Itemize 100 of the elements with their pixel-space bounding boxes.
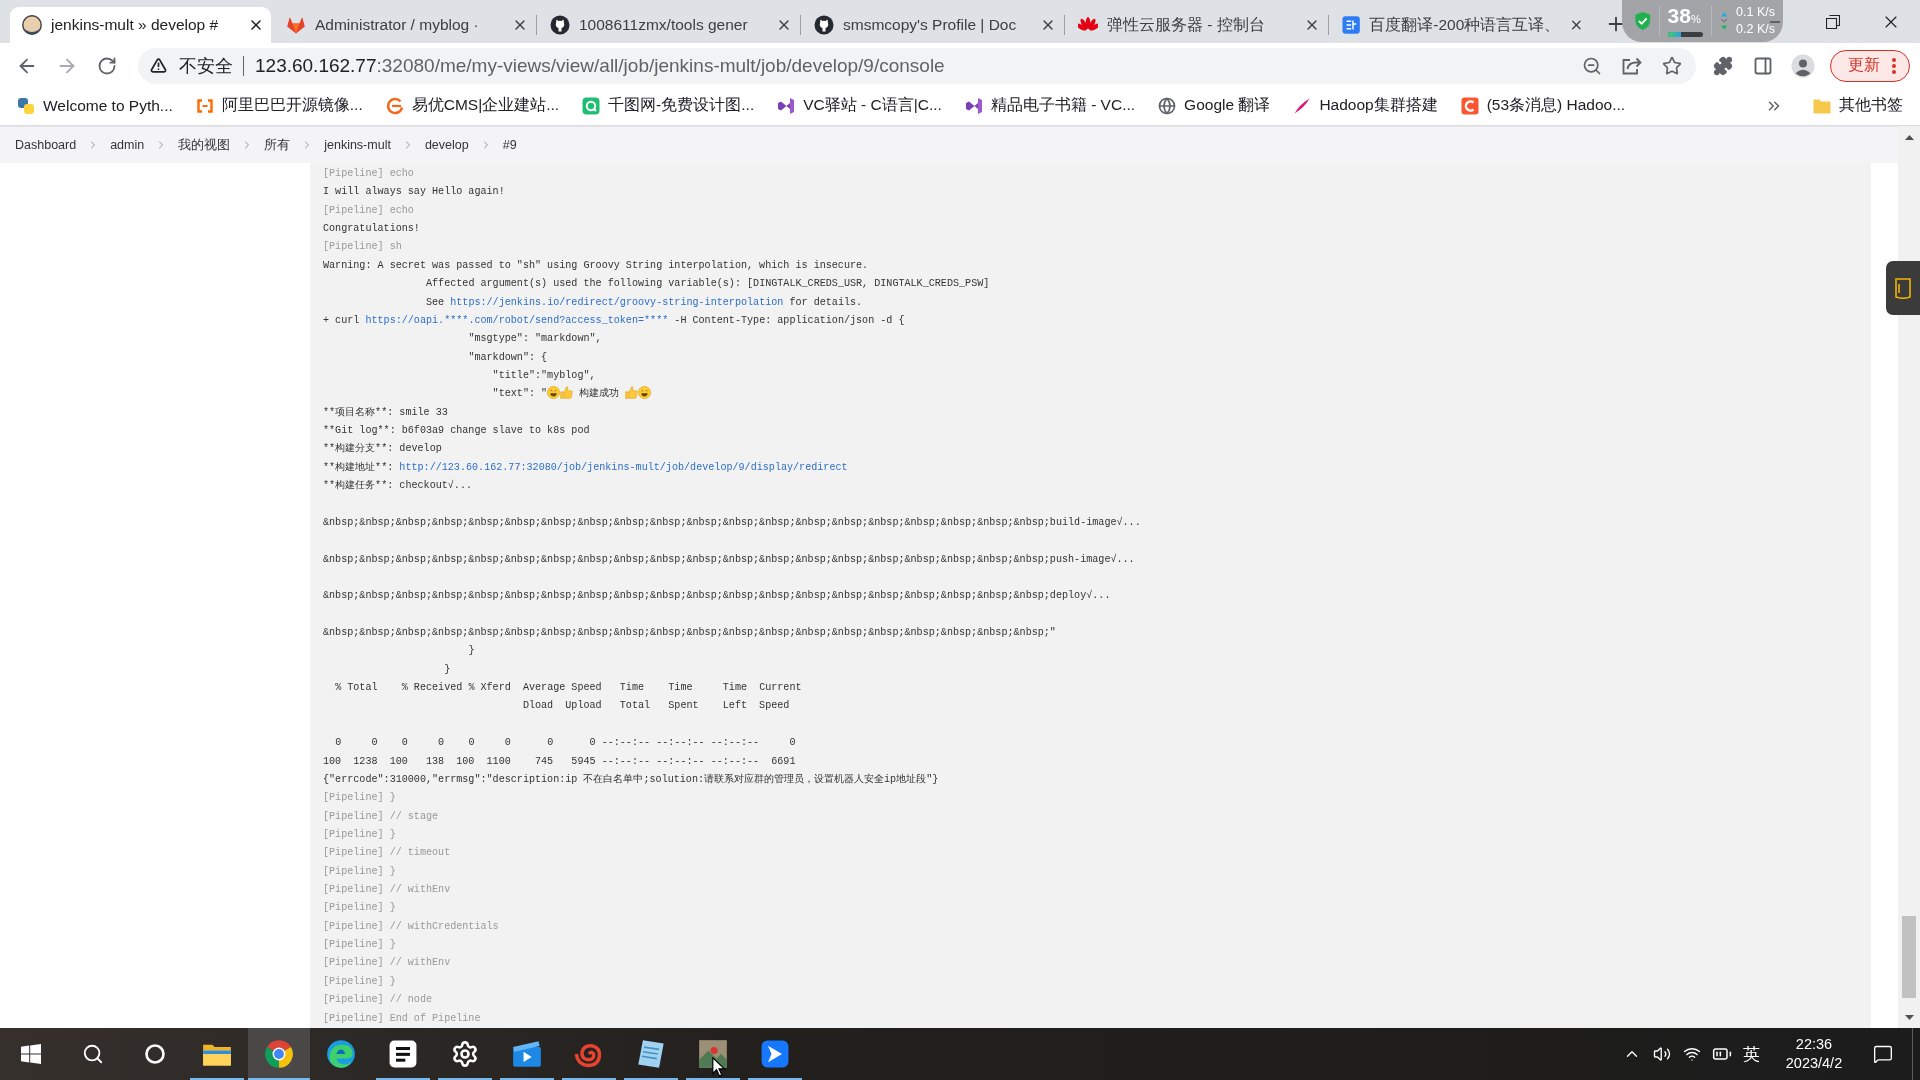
fox-head-icon xyxy=(286,15,306,35)
mug-icon xyxy=(1895,277,1911,299)
arc-logo-icon xyxy=(385,96,404,115)
bookmark-item[interactable]: 精品电子书籍 - VC... xyxy=(957,90,1143,121)
console-text: **Git log**: b6f03a9 change slave to k8s pod xyxy=(323,425,590,437)
bookmark-item[interactable]: 阿里巴巴开源镜像... xyxy=(188,90,370,121)
browser-tab[interactable]: 弹性云服务器 - 控制台 xyxy=(1066,7,1327,43)
console-text: {"errcode":310000,"errmsg":"description:ip 不在白名单中;solution:请联系对应群的管理员，设置机器人安全ip地址段"} xyxy=(323,773,939,785)
bookmark-item[interactable]: 易优CMS|企业建站... xyxy=(378,90,567,121)
close-icon[interactable] xyxy=(776,17,792,33)
scroll-down-icon[interactable] xyxy=(1904,1014,1914,1020)
pipeline-step-text: [Pipeline] sh xyxy=(323,241,402,253)
input-method-indicator[interactable]: 英 xyxy=(1737,1042,1766,1066)
pipeline-step-text: [Pipeline] } xyxy=(323,902,396,914)
document-tile-icon[interactable] xyxy=(389,1040,417,1068)
console-text: } xyxy=(468,645,475,657)
breadcrumb-link[interactable]: 所有 xyxy=(264,136,291,154)
breadcrumb-link[interactable]: 我的视图 xyxy=(178,136,231,154)
side-panel-icon[interactable] xyxy=(1753,55,1773,76)
address-field[interactable]: 不安全 123.60.162.77:32080/me/my-views/view/all/job/jenkins-mult/job/develop/9/console xyxy=(138,47,1696,84)
round-logo-icon xyxy=(22,15,42,35)
upload-speed: 0.1 K/s xyxy=(1736,5,1775,20)
pipeline-step-text: [Pipeline] // withEnv xyxy=(323,884,451,895)
reload-icon[interactable] xyxy=(97,55,117,76)
grinning-face-icon xyxy=(638,386,652,400)
profile-icon[interactable] xyxy=(1791,53,1815,78)
console-text: } xyxy=(444,663,451,675)
console-text: "title":"myblog", xyxy=(492,369,596,381)
grinning-face-icon xyxy=(547,386,561,400)
scroll-up-icon[interactable] xyxy=(1904,134,1914,140)
breadcrumb-link[interactable]: Dashboard xyxy=(15,138,77,152)
browser-tab[interactable]: Administrator / myblog · xyxy=(274,7,535,43)
settings-icon[interactable] xyxy=(451,1040,479,1068)
breadcrumb-link[interactable]: jenkins-mult xyxy=(324,138,391,152)
bookmark-item[interactable]: Google 翻译 xyxy=(1151,90,1278,121)
film-icon[interactable] xyxy=(512,1040,542,1068)
start-icon[interactable] xyxy=(21,1044,41,1064)
console-text: I will always say Hello again! xyxy=(323,186,505,198)
round-logo-icon xyxy=(814,15,834,35)
bookmark-folder[interactable]: 其他书签 xyxy=(1806,90,1910,121)
console-text: &nbsp;&nbsp;&nbsp;&nbsp;&nbsp;&nbsp;&nbsp;&nbsp;&nbsp;&nbsp;&nbsp;&nbsp;&nbsp;&nbsp;&nbsp;&nbsp;&nbsp;&nbsp;&nbsp;&nbsp;deploy√... xyxy=(323,590,1111,602)
restore-icon[interactable] xyxy=(1826,14,1840,29)
pipeline-step-text: [Pipeline] // withEnv xyxy=(323,957,451,969)
browser-tab[interactable]: 百度翻译-200种语言互译、 xyxy=(1330,7,1591,43)
security-indicator[interactable]: 不安全 xyxy=(150,53,233,78)
pipeline-step-text: [Pipeline] // timeout xyxy=(323,847,451,859)
bookmark-item[interactable]: 千图网-免费设计图... xyxy=(575,90,762,121)
picture-icon[interactable] xyxy=(698,1039,728,1069)
browser-icon[interactable] xyxy=(264,1039,294,1069)
close-icon[interactable] xyxy=(248,17,264,33)
side-panel-button[interactable] xyxy=(1886,261,1920,315)
share-icon[interactable] xyxy=(1622,56,1642,75)
bookmark-item[interactable]: VC驿站 - C语言|C... xyxy=(770,90,949,121)
close-icon[interactable] xyxy=(512,17,528,33)
clock-time[interactable]: 22:36 xyxy=(1795,1036,1833,1053)
notification-icon[interactable] xyxy=(1873,1044,1893,1064)
swirl-logo-icon[interactable] xyxy=(326,1039,356,1069)
update-button[interactable]: 更新 xyxy=(1830,49,1910,82)
feather-icon xyxy=(1293,96,1312,115)
round-logo-icon xyxy=(550,15,570,35)
console-link[interactable]: https://oapi.****.com/robot/send?access_token=**** xyxy=(365,314,669,326)
thumbs-up-icon xyxy=(560,386,574,400)
console-text: + curl https://oapi.****.com/robot/send?access_token=**** -H Content-Type: application/json -d { xyxy=(323,314,905,326)
bookmark-item[interactable]: (53条消息) Hadoo... xyxy=(1453,90,1633,121)
bracket-logo-icon xyxy=(195,96,214,115)
pipeline-step-text: [Pipeline] // withCredentials xyxy=(323,920,499,932)
console-text: &nbsp;&nbsp;&nbsp;&nbsp;&nbsp;&nbsp;&nbsp;&nbsp;&nbsp;&nbsp;&nbsp;&nbsp;&nbsp;&nbsp;&nbsp;&nbsp;&nbsp;&nbsp;&nbsp;&nbsp;push-image√... xyxy=(323,553,1135,565)
ring-icon[interactable] xyxy=(145,1044,165,1064)
browser-tab[interactable]: jenkins-mult » develop # xyxy=(10,7,271,43)
star-icon[interactable] xyxy=(1662,55,1682,76)
zoom-out-icon[interactable] xyxy=(1582,55,1602,76)
console-text: Affected argument(s) used the following variable(s): [DINGTALK_CREDS_USR, DINGTALK_CREDS_PSW] xyxy=(426,278,990,290)
console-link[interactable]: https://jenkins.io/redirect/groovy-string-interpolation xyxy=(450,296,784,308)
breadcrumb-link[interactable]: admin xyxy=(110,138,145,152)
console-text: 100 1238 100 138 100 1100 745 5945 --:--:-- --:--:-- --:--:-- 6691 xyxy=(323,755,796,767)
network-icon[interactable] xyxy=(1683,1045,1701,1063)
browser-tab[interactable]: smsmcopy's Profile | Doc xyxy=(802,7,1063,43)
bookmark-item[interactable]: Welcome to Pyth... xyxy=(10,90,180,121)
notepad-icon[interactable] xyxy=(636,1039,666,1069)
clock-date[interactable]: 2023/4/2 xyxy=(1785,1055,1843,1072)
tile-app-icon[interactable] xyxy=(761,1040,789,1068)
extensions-icon[interactable] xyxy=(1713,55,1733,76)
breadcrumb-link[interactable]: develop xyxy=(424,138,469,152)
download-speed: 0.2 K/s xyxy=(1736,22,1775,37)
two-tone-logo-icon xyxy=(17,96,35,115)
console-text: See https://jenkins.io/redirect/groovy-string-interpolation for details. xyxy=(426,296,863,308)
pipeline-step-text: [Pipeline] } xyxy=(323,792,396,804)
pipeline-step-text: [Pipeline] echo xyxy=(323,204,414,216)
console-link[interactable]: http://123.60.162.77:32080/job/jenkins-mult/job/develop/9/display/redirect xyxy=(399,461,848,473)
bookmark-item[interactable]: Hadoop集群搭建 xyxy=(1286,90,1445,121)
close-icon[interactable] xyxy=(1304,17,1320,33)
breadcrumb-link[interactable]: #9 xyxy=(502,138,517,152)
pipeline-step-text: [Pipeline] // node xyxy=(323,994,433,1006)
console-text: Dload Upload Total Spent Left Speed xyxy=(522,700,790,712)
speaker-icon[interactable] xyxy=(1653,1045,1671,1063)
scroll-thumb[interactable] xyxy=(1902,916,1916,998)
close-icon[interactable] xyxy=(1040,17,1056,33)
url-text: 123.60.162.77:32080/me/my-views/view/all/job/jenkins-mult/job/develop/9/console xyxy=(255,54,945,77)
browser-tab[interactable]: 1008611zmx/tools gener xyxy=(538,7,799,43)
search-icon[interactable] xyxy=(82,1043,104,1065)
